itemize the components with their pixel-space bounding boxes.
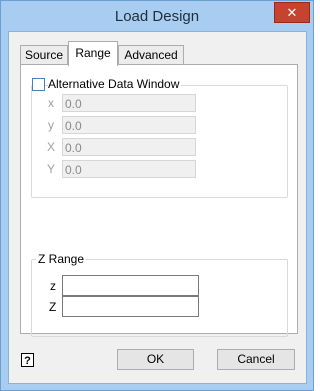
y-max-label: Y [47,162,56,176]
window-title: Load Design [114,8,200,25]
alt-data-window-checkbox[interactable] [32,78,45,91]
y-min-label: y [48,118,54,132]
z-range-title: Z Range [36,252,87,266]
tab-source[interactable]: Source [20,45,68,65]
range-tab-panel: Alternative Data Window x 0.0 y 0.0 X 0.… [20,64,298,337]
x-max-field[interactable]: 0.0 [62,138,196,156]
x-max-label: X [47,140,56,154]
z-min-label: z [50,279,56,293]
z-min-input[interactable] [62,275,199,296]
dialog-body: Source Range Advanced Alternative Data W… [8,31,307,384]
alt-data-window-group: Alternative Data Window x 0.0 y 0.0 X 0.… [31,77,288,198]
load-design-dialog: Load Design ✕ Source Range Advanced Alte… [0,0,314,391]
alt-data-window-label: Alternative Data Window [48,77,182,91]
z-max-input[interactable] [62,296,199,317]
cancel-button[interactable]: Cancel [217,349,295,370]
z-max-label: Z [49,300,57,314]
tab-advanced[interactable]: Advanced [118,45,184,65]
title-bar: Load Design ✕ [1,1,313,31]
x-min-field[interactable]: 0.0 [62,94,196,112]
y-max-field[interactable]: 0.0 [62,160,196,178]
help-icon[interactable]: ? [21,353,34,367]
ok-button[interactable]: OK [117,349,194,370]
y-min-field[interactable]: 0.0 [62,116,196,134]
close-button[interactable]: ✕ [274,2,310,23]
z-range-group: Z Range z Z [31,252,288,337]
tab-range[interactable]: Range [68,41,118,66]
x-min-label: x [48,96,54,110]
close-icon: ✕ [286,5,298,20]
